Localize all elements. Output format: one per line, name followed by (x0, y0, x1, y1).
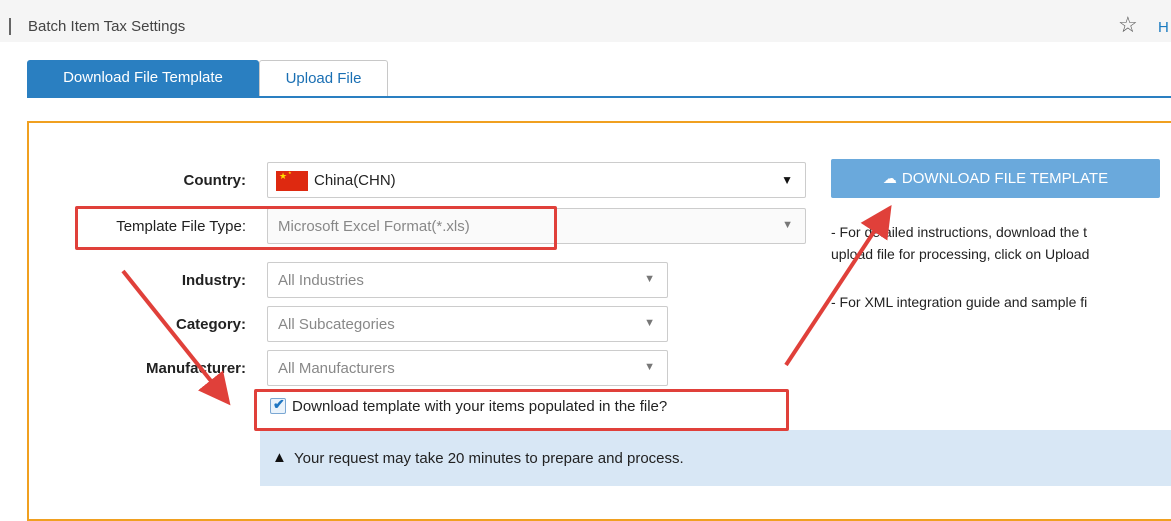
country-select[interactable]: ★ ★ China(CHN) ▼ (267, 162, 806, 198)
star-icon[interactable]: ☆ (1118, 14, 1138, 36)
chevron-down-icon: ▼ (782, 219, 793, 231)
title-divider (9, 18, 11, 35)
populate-items-checkbox[interactable]: ✔ (270, 396, 286, 414)
manufacturer-value: All Manufacturers (278, 360, 395, 377)
industry-select[interactable]: All Industries ▼ (267, 262, 668, 298)
chevron-down-icon: ▼ (644, 361, 655, 373)
info-line-3: - For XML integration guide and sample f… (831, 294, 1088, 310)
cloud-download-icon: ☁ (882, 170, 897, 186)
chevron-down-icon: ▼ (781, 173, 793, 187)
title-bar: Batch Item Tax Settings ☆ H (0, 0, 1171, 42)
manufacturer-label: Manufacturer: (145, 360, 246, 377)
category-value: All Subcategories (278, 316, 395, 333)
checkmark-icon: ✔ (273, 396, 285, 412)
alert-message: Your request may take 20 minutes to prep… (294, 450, 684, 467)
china-flag-icon: ★ ★ (276, 171, 308, 191)
info-line-2: upload file for processing, click on Upl… (831, 246, 1090, 262)
country-label: Country: (183, 172, 247, 189)
populate-items-label[interactable]: Download template with your items popula… (292, 398, 667, 415)
industry-value: All Industries (278, 272, 364, 289)
chevron-down-icon: ▼ (644, 273, 655, 285)
category-select[interactable]: All Subcategories ▼ (267, 306, 668, 342)
page-title: Batch Item Tax Settings (28, 18, 186, 35)
warning-icon: ▲ (272, 449, 287, 466)
manufacturer-select[interactable]: All Manufacturers ▼ (267, 350, 668, 386)
country-value: China(CHN) (314, 172, 396, 189)
tab-download-file-template[interactable]: Download File Template (27, 60, 259, 96)
template-file-type-value: Microsoft Excel Format(*.xls) (278, 218, 470, 235)
tab-upload-file[interactable]: Upload File (259, 60, 388, 96)
category-label: Category: (175, 316, 246, 333)
download-file-template-button[interactable]: ☁ DOWNLOAD FILE TEMPLATE (831, 159, 1160, 198)
industry-label: Industry: (181, 272, 246, 289)
template-file-type-label: Template File Type: (116, 218, 246, 235)
help-link[interactable]: H (1158, 19, 1169, 36)
processing-time-alert: ▲ Your request may take 20 minutes to pr… (260, 430, 1171, 486)
chevron-down-icon: ▼ (644, 317, 655, 329)
info-line-1: - For detailed instructions, download th… (831, 224, 1088, 240)
tab-underline (27, 96, 1171, 98)
template-file-type-select[interactable]: Microsoft Excel Format(*.xls) ▼ (267, 208, 806, 244)
download-button-label: DOWNLOAD FILE TEMPLATE (901, 170, 1109, 187)
